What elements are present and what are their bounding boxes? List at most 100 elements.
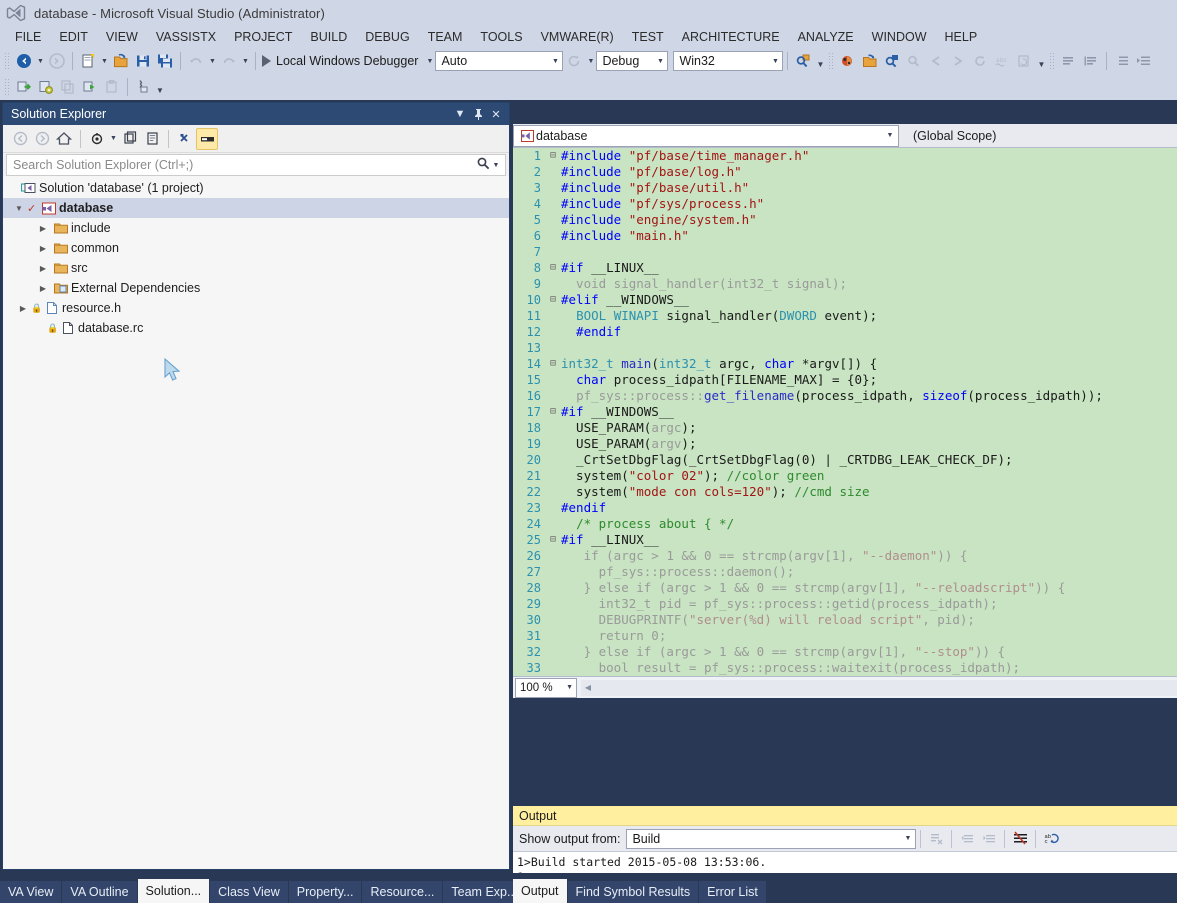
tab-class-view[interactable]: Class View bbox=[210, 881, 288, 903]
pin-icon[interactable] bbox=[469, 105, 487, 123]
build-solution-icon[interactable] bbox=[35, 76, 57, 98]
tab-va-outline[interactable]: VA Outline bbox=[62, 881, 137, 903]
menu-debug[interactable]: DEBUG bbox=[356, 28, 418, 46]
forward-icon[interactable] bbox=[31, 128, 53, 150]
goto-next-icon[interactable] bbox=[947, 50, 969, 72]
sync-dropdown-icon[interactable]: ▼ bbox=[108, 128, 119, 150]
toolbar-grip[interactable] bbox=[828, 52, 836, 70]
menu-vassistx[interactable]: VASSISTX bbox=[147, 28, 225, 46]
find-in-files-icon[interactable] bbox=[792, 50, 814, 72]
go-to-previous-message-icon[interactable] bbox=[956, 828, 978, 850]
vassist-open-icon[interactable] bbox=[837, 50, 859, 72]
platform-combo[interactable]: Win32 ▼ bbox=[673, 51, 784, 71]
start-debugging-dropdown-icon[interactable]: ▼ bbox=[424, 50, 435, 72]
menu-file[interactable]: FILE bbox=[6, 28, 50, 46]
new-project-icon[interactable] bbox=[77, 50, 99, 72]
fold-marker-icon[interactable]: ⊟ bbox=[547, 535, 559, 545]
menu-help[interactable]: HELP bbox=[936, 28, 987, 46]
tree-item-common[interactable]: ▶ common bbox=[3, 238, 509, 258]
tools-icon[interactable] bbox=[132, 76, 154, 98]
search-options-dropdown-icon[interactable]: ▼ bbox=[491, 162, 501, 169]
open-file-icon[interactable] bbox=[110, 50, 132, 72]
fold-marker-icon[interactable]: ⊟ bbox=[547, 407, 559, 417]
menu-build[interactable]: BUILD bbox=[301, 28, 356, 46]
toolbar-grip[interactable] bbox=[4, 78, 11, 96]
toggle-word-wrap-icon[interactable] bbox=[1009, 828, 1031, 850]
paste-history-icon[interactable] bbox=[1013, 50, 1035, 72]
menu-analyze[interactable]: ANALYZE bbox=[789, 28, 863, 46]
close-icon[interactable]: ✕ bbox=[487, 105, 505, 123]
tree-item-solution[interactable]: Solution 'database' (1 project) bbox=[3, 178, 509, 198]
menu-window[interactable]: WINDOW bbox=[863, 28, 936, 46]
redo-icon[interactable] bbox=[218, 50, 240, 72]
fold-marker-icon[interactable]: ⊟ bbox=[547, 359, 559, 369]
menu-project[interactable]: PROJECT bbox=[225, 28, 301, 46]
refresh-icon[interactable] bbox=[174, 128, 196, 150]
tab-va-view[interactable]: VA View bbox=[0, 881, 62, 903]
history-icon[interactable] bbox=[969, 50, 991, 72]
undo-dropdown-icon[interactable]: ▼ bbox=[207, 50, 218, 72]
search-solution-explorer-input[interactable]: Search Solution Explorer (Ctrl+;) ▼ bbox=[6, 154, 506, 176]
toolbar-grip[interactable] bbox=[1049, 52, 1057, 70]
zoom-level-combo[interactable]: 100 % ▼ bbox=[515, 677, 577, 698]
step-into-icon[interactable] bbox=[13, 76, 35, 98]
tab-resource-view[interactable]: Resource... bbox=[362, 881, 443, 903]
tree-expander[interactable]: ▶ bbox=[35, 284, 51, 293]
increase-indent-icon[interactable] bbox=[1133, 50, 1155, 72]
toolbar-overflow-icon[interactable]: ▼ bbox=[814, 50, 826, 72]
tab-find-symbol-results[interactable]: Find Symbol Results bbox=[567, 881, 699, 903]
tab-error-list[interactable]: Error List bbox=[699, 881, 766, 903]
platform-target-combo[interactable]: Auto ▼ bbox=[435, 51, 564, 71]
save-icon[interactable] bbox=[132, 50, 154, 72]
fold-marker-icon[interactable]: ⊟ bbox=[547, 295, 559, 305]
tree-item-database-project[interactable]: ▼ ✓ database bbox=[3, 198, 509, 218]
tree-expander[interactable]: ▶ bbox=[15, 304, 31, 313]
fold-marker-icon[interactable]: ⊟ bbox=[547, 151, 559, 161]
copy-icon[interactable] bbox=[57, 76, 79, 98]
editor-horizontal-scrollbar[interactable]: ◀ bbox=[581, 679, 1177, 696]
toolbar-grip[interactable] bbox=[4, 52, 11, 70]
refresh-dropdown-icon[interactable]: ▼ bbox=[585, 50, 596, 72]
show-all-files-icon[interactable] bbox=[119, 128, 141, 150]
save-all-icon[interactable] bbox=[154, 50, 176, 72]
tree-expander[interactable]: ▼ bbox=[11, 204, 27, 213]
properties-icon[interactable] bbox=[141, 128, 163, 150]
tab-solution-explorer[interactable]: Solution... bbox=[137, 879, 210, 903]
search-icon[interactable] bbox=[476, 156, 491, 174]
menu-test[interactable]: TEST bbox=[623, 28, 673, 46]
new-project-dropdown-icon[interactable]: ▼ bbox=[99, 50, 110, 72]
vassist-refactor-icon[interactable] bbox=[859, 50, 881, 72]
menu-edit[interactable]: EDIT bbox=[50, 28, 96, 46]
undo-icon[interactable] bbox=[185, 50, 207, 72]
vassist-find-symbol-icon[interactable] bbox=[881, 50, 903, 72]
vassist-find-reference-icon[interactable] bbox=[903, 50, 925, 72]
toolbar-overflow-icon[interactable]: ▼ bbox=[154, 76, 166, 98]
tree-expander[interactable]: ▶ bbox=[35, 244, 51, 253]
redo-dropdown-icon[interactable]: ▼ bbox=[240, 50, 251, 72]
go-to-next-message-icon[interactable] bbox=[978, 828, 1000, 850]
clear-all-icon[interactable] bbox=[925, 828, 947, 850]
paste-icon[interactable] bbox=[101, 76, 123, 98]
decrease-indent-icon[interactable] bbox=[1111, 50, 1133, 72]
tree-item-src[interactable]: ▶ src bbox=[3, 258, 509, 278]
comment-selection-icon[interactable] bbox=[1058, 50, 1080, 72]
navigate-back-dropdown-icon[interactable]: ▼ bbox=[35, 50, 46, 72]
fold-marker-icon[interactable]: ⊟ bbox=[547, 263, 559, 273]
project-selector-combo[interactable]: database ▼ bbox=[513, 124, 899, 147]
sync-with-active-document-icon[interactable] bbox=[86, 128, 108, 150]
menu-tools[interactable]: TOOLS bbox=[471, 28, 531, 46]
spelling-icon[interactable]: abc bbox=[991, 50, 1013, 72]
find-message-icon[interactable]: ab c bbox=[1040, 828, 1062, 850]
configuration-combo[interactable]: Debug ▼ bbox=[596, 51, 669, 71]
tree-item-external-dependencies[interactable]: ▶ External Dependencies bbox=[3, 278, 509, 298]
tab-property-manager[interactable]: Property... bbox=[288, 881, 362, 903]
toolbar-overflow-icon[interactable]: ▼ bbox=[1035, 50, 1047, 72]
tree-expander[interactable]: ▶ bbox=[35, 224, 51, 233]
scope-selector-combo[interactable]: (Global Scope) bbox=[899, 124, 1177, 147]
uncomment-selection-icon[interactable] bbox=[1080, 50, 1102, 72]
home-icon[interactable] bbox=[53, 128, 75, 150]
chevron-down-icon[interactable]: ▼ bbox=[451, 105, 469, 123]
menu-vmware[interactable]: VMWARE(R) bbox=[532, 28, 623, 46]
output-source-combo[interactable]: Build ▼ bbox=[626, 828, 917, 849]
tab-output[interactable]: Output bbox=[513, 879, 567, 903]
